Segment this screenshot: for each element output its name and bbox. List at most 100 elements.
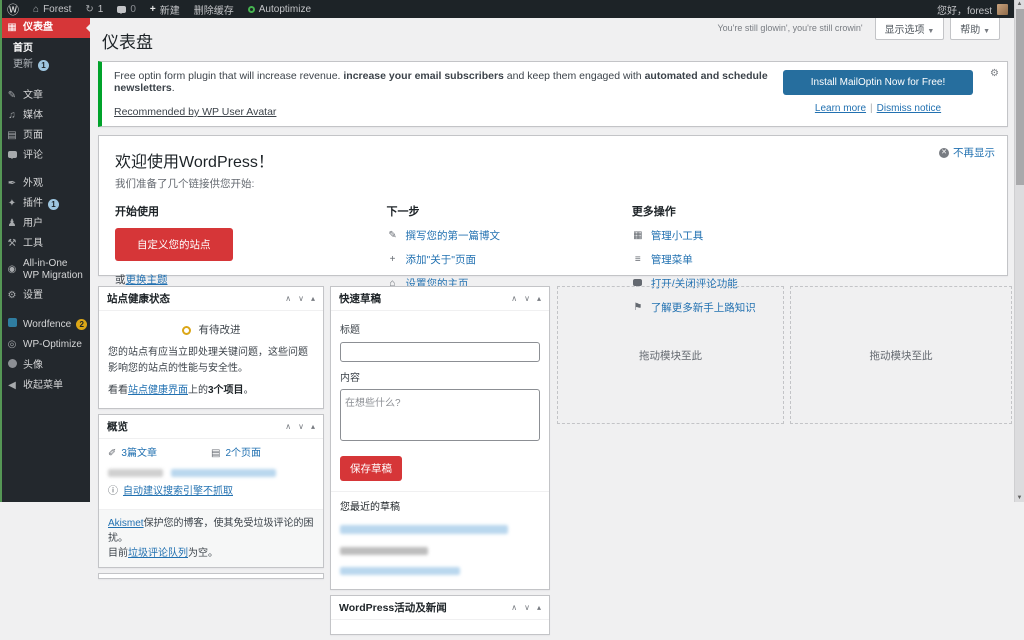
appearance-icon: ✒ (7, 178, 17, 189)
autoptimize-status-icon (247, 5, 255, 13)
sidebar-item-tools[interactable]: ⚒ 工具 (0, 234, 90, 254)
comments-menu[interactable]: 0 (110, 0, 143, 18)
scroll-up-icon[interactable]: ▲ (1015, 1, 1024, 7)
move-down-icon[interactable]: ∨ (298, 294, 304, 303)
sidebar-item-label: 用户 (23, 218, 43, 229)
spam-queue-link[interactable]: 垃圾评论队列 (128, 548, 188, 559)
sidebar-item-dashboard[interactable]: ▦ 仪表盘 (0, 18, 90, 38)
draft-title-input[interactable] (340, 341, 540, 362)
move-down-icon[interactable]: ∨ (524, 294, 530, 303)
welcome-panel: ✕ 不再显示 欢迎使用WordPress！ 我们准备了几个链接供您开始: 开始使… (98, 135, 1008, 314)
widget-header[interactable]: WordPress活动及新闻 ∧ ∨ ▴ (331, 596, 549, 620)
updates-icon: ↻ (85, 3, 94, 15)
dismiss-notice-link[interactable]: Dismiss notice (877, 103, 941, 114)
widget-drop-zone[interactable]: 拖动模块至此 (790, 286, 1012, 424)
flush-cache-label: 删除缓存 (193, 5, 234, 17)
sidebar-item-settings[interactable]: ⚙ 设置 (0, 286, 90, 306)
new-content-label: 新建 (159, 5, 180, 17)
write-first-post-link[interactable]: 撰写您的第一篇博文 (406, 228, 501, 243)
install-mailoptin-button[interactable]: Install MailOptin Now for Free! (783, 70, 973, 95)
sidebar-item-pages[interactable]: ▤ 页面 (0, 126, 90, 146)
change-theme-link[interactable]: 更换主题 (126, 274, 168, 286)
draft-content-textarea[interactable] (340, 389, 540, 441)
widget-drop-zone[interactable]: 拖动模块至此 (557, 286, 784, 424)
collapse-toggle-icon[interactable]: ▴ (537, 603, 541, 612)
pages-count-link[interactable]: 2个页面 (225, 446, 261, 462)
column-heading: 更多操作 (631, 206, 676, 218)
health-status: 有待改进 (108, 322, 314, 338)
settings-icon: ⚙ (7, 290, 17, 301)
widget-header[interactable]: 概览 ∧ ∨ ▴ (99, 415, 323, 439)
notice-settings-icon[interactable]: ⚙ (990, 68, 999, 79)
sidebar-item-users[interactable]: ♟ 用户 (0, 214, 90, 234)
sidebar-item-wordfence[interactable]: Wordfence 2 (0, 314, 90, 335)
sidebar-item-plugins[interactable]: ✦ 插件 1 (0, 194, 90, 214)
flush-cache-menu[interactable]: 删除缓存 (187, 0, 241, 18)
recent-draft-date-redacted (340, 544, 540, 560)
sidebar-item-collapse-menu[interactable]: ◀ 收起菜单 (0, 376, 90, 396)
scroll-down-icon[interactable]: ▼ (1015, 495, 1024, 501)
sidebar-item-ai1wm-migration[interactable]: ◉ All-in-One WP Migration (0, 254, 90, 286)
search-engine-visibility-link[interactable]: 自动建议搜索引擎不抓取 (123, 484, 233, 500)
manage-widgets-link[interactable]: 管理小工具 (651, 228, 704, 243)
site-name-menu[interactable]: ⌂ Forest (26, 0, 78, 18)
autoptimize-menu[interactable]: Autoptimize (241, 0, 318, 18)
sidebar-item-label: 工具 (23, 238, 43, 249)
sidebar-item-appearance[interactable]: ✒ 外观 (0, 174, 90, 194)
move-up-icon[interactable]: ∧ (285, 422, 291, 431)
save-draft-button[interactable]: 保存草稿 (340, 455, 402, 481)
add-about-page-link[interactable]: 添加"关于"页面 (406, 252, 476, 267)
sidebar-item-updates[interactable]: 更新 1 (0, 57, 90, 73)
customize-site-button[interactable]: 自定义您的站点 (115, 228, 233, 261)
recent-draft-redacted[interactable] (340, 564, 540, 580)
sidebar-item-label: 更新 (13, 59, 33, 70)
widget-header[interactable]: 快速草稿 ∧ ∨ ▴ (331, 287, 549, 311)
move-down-icon[interactable]: ∨ (524, 603, 530, 612)
dashboard-content: You're still glowin', you're still crowi… (90, 18, 1014, 635)
sidebar-item-posts[interactable]: ✎ 文章 (0, 86, 90, 106)
collapse-menu-icon: ◀ (8, 380, 16, 391)
wp-logo-menu[interactable]: Ⓦ (0, 0, 26, 18)
collapse-toggle-icon[interactable]: ▴ (537, 294, 541, 303)
sidebar-item-wp-optimize[interactable]: ◎ WP-Optimize (0, 335, 90, 355)
account-menu[interactable]: 您好，forest (937, 2, 1014, 17)
welcome-dismiss-link[interactable]: ✕ 不再显示 (939, 145, 995, 160)
sidebar-item-avatar[interactable]: 头像 (0, 355, 90, 376)
list-item: ✎ 撰写您的第一篇博文 (387, 228, 632, 243)
help-button[interactable]: 帮助 ▼ (950, 18, 1000, 40)
health-status-icon (181, 326, 191, 335)
collapse-toggle-icon[interactable]: ▴ (311, 422, 315, 431)
akismet-note: Akismet保护您的博客，使其免受垃圾评论的困扰。 目前垃圾评论队列为空。 (99, 508, 323, 567)
manage-menus-link[interactable]: 管理菜单 (651, 252, 693, 267)
move-up-icon[interactable]: ∧ (511, 294, 517, 303)
site-health-widget: 站点健康状态 ∧ ∨ ▴ 有待改进 您的站点有应当立即处理关键问题，这些问题影响… (98, 286, 324, 409)
sidebar-item-label: 设置 (23, 290, 43, 301)
home-icon: ⌂ (33, 3, 40, 15)
sidebar-item-home[interactable]: 首页 (0, 41, 90, 57)
list-item: ▦ 管理小工具 (632, 228, 991, 243)
move-down-icon[interactable]: ∨ (298, 422, 304, 431)
move-up-icon[interactable]: ∧ (285, 294, 291, 303)
site-health-screen-link[interactable]: 站点健康界面 (128, 385, 188, 396)
recent-draft-redacted[interactable] (340, 522, 540, 538)
comments-icon (6, 150, 18, 162)
learn-more-link[interactable]: Learn more (815, 103, 866, 114)
sidebar-item-comments[interactable]: 评论 (0, 146, 90, 166)
column-heading: 开始使用 (115, 206, 159, 218)
scrollbar-thumb[interactable] (1016, 9, 1024, 185)
recommended-by-link[interactable]: Recommended by WP User Avatar (114, 106, 276, 118)
updates-menu[interactable]: ↻ 1 (78, 0, 110, 18)
sidebar-item-media[interactable]: ♫ 媒体 (0, 106, 90, 126)
move-up-icon[interactable]: ∧ (511, 603, 517, 612)
dashboard-widgets: 站点健康状态 ∧ ∨ ▴ 有待改进 您的站点有应当立即处理关键问题，这些问题影响… (98, 286, 1012, 635)
quick-draft-widget: 快速草稿 ∧ ∨ ▴ 标题 内容 保存草稿 您最近的草稿 (330, 286, 550, 590)
howdy-tagline: You're still glowin', you're still crowi… (717, 23, 863, 33)
new-content-menu[interactable]: + 新建 (143, 0, 187, 18)
posts-count-link[interactable]: 3篇文章 (121, 446, 157, 462)
info-icon: ⓘ (108, 486, 118, 498)
akismet-link[interactable]: Akismet (108, 518, 144, 529)
screen-options-button[interactable]: 显示选项 ▼ (874, 18, 945, 40)
collapse-toggle-icon[interactable]: ▴ (311, 294, 315, 303)
vertical-scrollbar[interactable]: ▲ ▼ (1014, 0, 1024, 502)
widget-header[interactable]: 站点健康状态 ∧ ∨ ▴ (99, 287, 323, 311)
